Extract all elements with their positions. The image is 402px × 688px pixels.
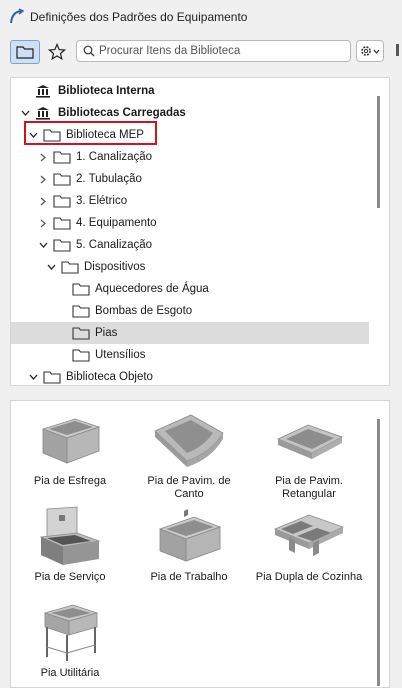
chevron-down-icon[interactable] — [27, 371, 39, 383]
library-icon — [35, 106, 53, 120]
window-title: Definições dos Padrões do Equipamento — [30, 10, 248, 24]
tree-item-tubulacao[interactable]: 2. Tubulação — [11, 168, 369, 190]
tree-item-pias[interactable]: Pias — [11, 322, 369, 344]
rect-floor-sink-icon — [269, 409, 349, 471]
folder-icon — [72, 304, 90, 318]
search-input[interactable] — [99, 45, 339, 57]
utility-sink-icon — [30, 601, 110, 663]
settings-button[interactable] — [356, 40, 384, 62]
item-name: Pia de Pavim. de Canto — [147, 475, 231, 500]
chevron-right-icon[interactable] — [37, 217, 49, 229]
folder-icon — [53, 238, 71, 252]
folder-icon — [16, 45, 34, 59]
tree-item-canalizacao-5[interactable]: 5. Canalização — [11, 234, 369, 256]
folder-icon — [43, 370, 61, 384]
item-name: Pia de Pavim. Retangular — [275, 475, 343, 500]
grid-item-pia-trabalho[interactable]: Pia de Trabalho — [134, 505, 244, 584]
tree-item-label: Pias — [95, 327, 118, 339]
work-sink-icon — [149, 505, 229, 567]
item-name: Pia Utilitária — [40, 667, 100, 679]
items-grid: Pia de Esfrega Pia de Pavim. de Canto Pi… — [10, 400, 390, 688]
tree-item-canalizacao-1[interactable]: 1. Canalização — [11, 146, 369, 168]
tree-item-aquecedores[interactable]: Aquecedores de Água — [11, 278, 369, 300]
folder-icon — [61, 260, 79, 274]
folder-icon — [72, 282, 90, 296]
service-sink-icon — [30, 505, 110, 567]
chevron-down-icon[interactable] — [45, 261, 57, 273]
tree-item-equipamento[interactable]: 4. Equipamento — [11, 212, 369, 234]
tree-item-bombas[interactable]: Bombas de Esgoto — [11, 300, 369, 322]
tree-item-biblioteca-objeto[interactable]: Biblioteca Objeto — [11, 366, 369, 385]
title-bar: Definições dos Padrões do Equipamento — [0, 0, 402, 34]
window-edge — [396, 44, 399, 56]
tree-item-eletrico[interactable]: 3. Elétrico — [11, 190, 369, 212]
tree-item-label: 1. Canalização — [76, 151, 153, 163]
item-name: Pia Dupla de Cozinha — [255, 571, 363, 583]
item-name: Pia de Esfrega — [33, 475, 107, 487]
app-icon — [8, 8, 26, 26]
grid-scrollbar[interactable] — [377, 419, 380, 686]
grid-item-pia-pavim-retangular[interactable]: Pia de Pavim. Retangular — [254, 409, 364, 501]
tree-item-utensilios[interactable]: Utensílios — [11, 344, 369, 366]
tree-scrollbar[interactable] — [377, 96, 380, 208]
favorites-button[interactable] — [42, 40, 72, 64]
folder-icon — [53, 172, 71, 186]
tree-item-label: Dispositivos — [84, 261, 146, 273]
item-name: Pia de Trabalho — [150, 571, 228, 583]
tree-item-label: Biblioteca Objeto — [66, 371, 153, 383]
highlight-annotation — [24, 121, 157, 145]
tree-item-label: Biblioteca Interna — [58, 85, 155, 97]
tree-item-label: Aquecedores de Água — [95, 283, 209, 295]
chevron-down-icon[interactable] — [19, 107, 31, 119]
gear-icon — [359, 44, 381, 58]
search-icon — [83, 45, 95, 57]
grid-item-pia-servico[interactable]: Pia de Serviço — [15, 505, 125, 584]
library-tree: Biblioteca Interna Bibliotecas Carregada… — [10, 77, 390, 386]
folder-view-button[interactable] — [10, 40, 40, 64]
tree-item-label: 2. Tubulação — [76, 173, 142, 185]
folder-icon — [53, 194, 71, 208]
chevron-right-icon[interactable] — [37, 173, 49, 185]
grid-item-pia-dupla-cozinha[interactable]: Pia Dupla de Cozinha — [254, 505, 364, 584]
tree-item-label: 3. Elétrico — [76, 195, 128, 207]
item-name: Pia de Serviço — [34, 571, 106, 583]
double-kitchen-sink-icon — [269, 505, 349, 567]
grid-item-pia-pavim-canto[interactable]: Pia de Pavim. de Canto — [134, 409, 244, 501]
folder-icon — [72, 348, 90, 362]
chevron-right-icon[interactable] — [37, 195, 49, 207]
chevron-down-icon[interactable] — [37, 239, 49, 251]
tree-item-label: 5. Canalização — [76, 239, 153, 251]
tree-item-label: Bombas de Esgoto — [95, 305, 193, 317]
folder-icon — [53, 150, 71, 164]
chevron-right-icon[interactable] — [37, 151, 49, 163]
tree-item-label: Utensílios — [95, 349, 146, 361]
tree-item-dispositivos[interactable]: Dispositivos — [11, 256, 369, 278]
folder-icon — [53, 216, 71, 230]
toolbar — [0, 34, 402, 70]
tree-item-biblioteca-interna[interactable]: Biblioteca Interna — [11, 80, 369, 102]
grid-item-pia-esfrega[interactable]: Pia de Esfrega — [15, 409, 125, 488]
mop-sink-icon — [30, 409, 110, 471]
grid-item-pia-utilitaria[interactable]: Pia Utilitária — [15, 601, 125, 680]
panel-splitter[interactable] — [10, 389, 390, 397]
star-icon — [48, 43, 66, 61]
corner-floor-sink-icon — [149, 409, 229, 471]
folder-icon — [72, 326, 90, 340]
tree-item-label: Bibliotecas Carregadas — [58, 107, 186, 119]
tree-item-label: 4. Equipamento — [76, 217, 157, 229]
library-icon — [35, 84, 53, 98]
search-box[interactable] — [76, 40, 351, 62]
